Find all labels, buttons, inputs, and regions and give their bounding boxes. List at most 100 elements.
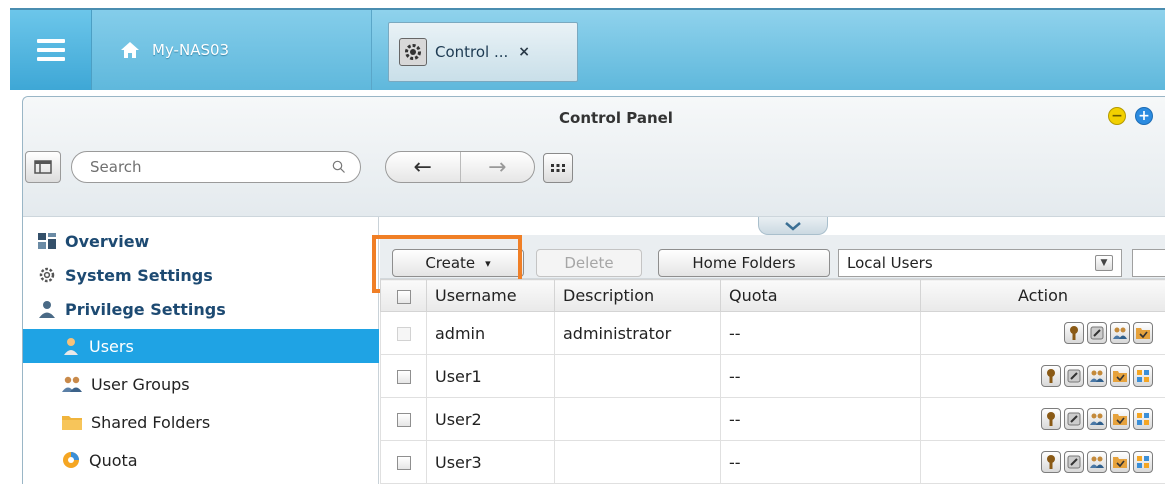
- select-all-cell: [380, 279, 427, 312]
- hamburger-icon: [36, 39, 65, 61]
- sidebar: Overview System Settings Privilege Setti…: [23, 217, 379, 484]
- key-icon[interactable]: [1041, 451, 1061, 473]
- gear-icon: [39, 267, 55, 283]
- header-username[interactable]: Username: [426, 279, 555, 312]
- folder-permission-icon[interactable]: [1110, 451, 1130, 473]
- main-menu-button[interactable]: [10, 10, 92, 90]
- back-button[interactable]: ←: [386, 152, 460, 182]
- user-group-icon[interactable]: [1110, 322, 1130, 344]
- header-description[interactable]: Description: [554, 279, 721, 312]
- edit-icon[interactable]: [1064, 451, 1084, 473]
- cell-action: [920, 440, 1165, 484]
- table-header-row: Username Description Quota Action: [380, 279, 1165, 312]
- cell-action: [920, 311, 1165, 355]
- overview-icon: [38, 233, 56, 249]
- sidebar-item-label: User Groups: [91, 374, 190, 394]
- sidebar-item-label: Privilege Settings: [65, 299, 226, 319]
- application-privilege-icon[interactable]: [1133, 408, 1153, 430]
- action-buttons: [929, 451, 1157, 473]
- delete-button[interactable]: Delete: [536, 249, 642, 277]
- cell-action: [920, 354, 1165, 398]
- user-type-select[interactable]: Local Users ▼: [838, 249, 1122, 277]
- row-checkbox: [396, 327, 411, 341]
- cell-description: [554, 440, 721, 484]
- application-privilege-icon[interactable]: [1133, 451, 1153, 473]
- panel-layout-icon: [34, 160, 52, 174]
- row-checkbox[interactable]: [396, 370, 411, 384]
- tab-label: Control ...: [435, 43, 509, 61]
- select-all-checkbox[interactable]: [396, 289, 411, 304]
- sidebar-item-user-groups[interactable]: User Groups: [61, 367, 190, 401]
- row-checkbox-cell: [380, 311, 427, 355]
- user-group-icon[interactable]: [1087, 408, 1107, 430]
- table-row[interactable]: User1 --: [380, 354, 1165, 398]
- home-tab[interactable]: My-NAS03: [92, 10, 372, 90]
- sidebar-item-overview[interactable]: Overview: [37, 227, 149, 255]
- close-tab-icon[interactable]: ×: [518, 44, 530, 60]
- table-row[interactable]: User2 --: [380, 397, 1165, 441]
- collapse-toggle[interactable]: [758, 217, 828, 235]
- home-folders-button[interactable]: Home Folders: [658, 249, 830, 277]
- control-panel-icon: [399, 38, 427, 66]
- edit-icon[interactable]: [1087, 322, 1107, 344]
- sidebar-item-label: Shared Folders: [91, 412, 211, 432]
- main-panel: Create ▾ Delete Home Folders Local Users…: [372, 217, 1165, 484]
- window-title: Control Panel: [559, 109, 673, 127]
- row-checkbox-cell: [380, 354, 427, 398]
- row-checkbox[interactable]: [396, 413, 411, 427]
- filter-input[interactable]: [1132, 249, 1165, 277]
- key-icon[interactable]: [1041, 408, 1061, 430]
- search-input[interactable]: [90, 158, 310, 176]
- sidebar-item-label: Quota: [89, 450, 138, 470]
- cell-description: [554, 397, 721, 441]
- history-navigation: ← →: [385, 151, 535, 183]
- sidebar-toggle-button[interactable]: [25, 151, 61, 183]
- table-row[interactable]: User3 --: [380, 440, 1165, 484]
- sidebar-item-label: Overview: [65, 231, 150, 251]
- sidebar-item-users[interactable]: Users: [23, 329, 379, 363]
- tab-control-panel[interactable]: Control ... ×: [388, 22, 578, 82]
- key-icon[interactable]: [1041, 365, 1061, 387]
- edit-icon[interactable]: [1064, 408, 1084, 430]
- grid-icon: [551, 164, 565, 172]
- row-checkbox-cell: [380, 440, 427, 484]
- all-apps-button[interactable]: [543, 153, 573, 183]
- application-privilege-icon[interactable]: [1133, 365, 1153, 387]
- sidebar-item-shared-folders[interactable]: Shared Folders: [61, 405, 210, 439]
- table-row[interactable]: admin administrator --: [380, 311, 1165, 355]
- key-icon[interactable]: [1064, 322, 1084, 344]
- quota-icon: [63, 452, 79, 468]
- folder-permission-icon[interactable]: [1110, 408, 1130, 430]
- maximize-button[interactable]: +: [1135, 107, 1153, 125]
- user-groups-icon: [62, 376, 82, 392]
- sidebar-item-label: System Settings: [65, 265, 213, 285]
- cell-description: administrator: [554, 311, 721, 355]
- sidebar-item-system-settings[interactable]: System Settings: [37, 261, 213, 289]
- cell-username: admin: [426, 311, 555, 355]
- sidebar-item-privilege-settings[interactable]: Privilege Settings: [37, 295, 226, 323]
- minimize-button[interactable]: −: [1108, 107, 1126, 125]
- select-arrow-icon[interactable]: ▼: [1095, 255, 1113, 271]
- folder-permission-icon[interactable]: [1110, 365, 1130, 387]
- chevron-down-icon: [785, 221, 801, 231]
- person-icon: [39, 301, 55, 318]
- cell-quota: --: [720, 440, 921, 484]
- header-quota[interactable]: Quota: [720, 279, 921, 312]
- sidebar-item-quota[interactable]: Quota: [61, 443, 138, 477]
- search-icon[interactable]: [332, 160, 346, 174]
- user-group-icon[interactable]: [1087, 451, 1107, 473]
- sidebar-item-label: Users: [89, 336, 134, 356]
- action-buttons: [929, 365, 1157, 387]
- row-checkbox-cell: [380, 397, 427, 441]
- window-titlebar: Control Panel − + ← →: [23, 97, 1165, 217]
- folder-permission-icon[interactable]: [1133, 322, 1153, 344]
- forward-button[interactable]: →: [459, 152, 535, 182]
- row-checkbox[interactable]: [396, 456, 411, 470]
- home-tab-label: My-NAS03: [152, 41, 230, 59]
- cell-quota: --: [720, 311, 921, 355]
- user-toolbar: Create ▾ Delete Home Folders Local Users…: [372, 235, 1165, 293]
- control-panel-window: Control Panel − + ← →: [22, 96, 1165, 484]
- user-group-icon[interactable]: [1087, 365, 1107, 387]
- cell-username: User1: [426, 354, 555, 398]
- edit-icon[interactable]: [1064, 365, 1084, 387]
